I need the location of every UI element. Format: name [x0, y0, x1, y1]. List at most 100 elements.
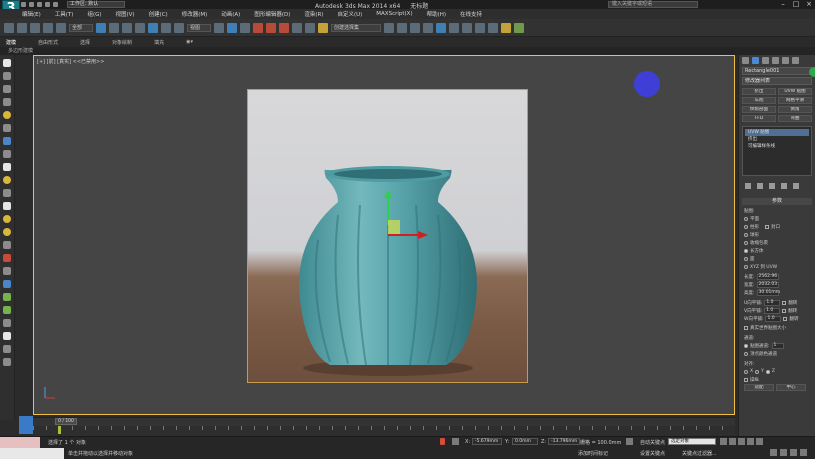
align-z-radio[interactable]: [765, 369, 770, 374]
key-mode-icon[interactable]: [626, 438, 633, 445]
width-spinner[interactable]: 2032.03: [756, 281, 779, 288]
render-production-icon[interactable]: [514, 22, 524, 33]
pencil-icon[interactable]: [318, 22, 328, 33]
scene-explorer-icon[interactable]: [3, 59, 11, 67]
play-icon[interactable]: [738, 438, 745, 445]
x-coordinate-field[interactable]: -5.679mm: [472, 438, 502, 445]
length-spinner[interactable]: 2562.96: [756, 273, 779, 280]
menu-online-support[interactable]: 在线支持: [460, 10, 482, 18]
selection-filter-dropdown[interactable]: 全部: [69, 23, 93, 32]
menu-customize[interactable]: 自定义(U): [337, 10, 362, 18]
menu-rendering[interactable]: 渲染(R): [304, 10, 323, 18]
height-spinner[interactable]: 30.01mm: [756, 289, 780, 296]
align-x-radio[interactable]: [744, 369, 748, 374]
ribbon-tab-freeform[interactable]: 自由形式: [38, 39, 58, 46]
object-name-field[interactable]: Rectangle001: [742, 67, 812, 75]
menu-modifiers[interactable]: 修改器(M): [182, 10, 208, 18]
display-tab-icon[interactable]: [782, 56, 789, 64]
layer-manager-icon[interactable]: [410, 22, 420, 33]
go-to-start-icon[interactable]: [720, 438, 727, 445]
teapot-icon[interactable]: [3, 176, 11, 184]
select-and-scale-icon[interactable]: [174, 22, 184, 33]
globe-icon[interactable]: [3, 280, 11, 288]
configure-sets-icon[interactable]: [793, 183, 799, 189]
align-icon[interactable]: [397, 22, 407, 33]
search-input[interactable]: 键入关键字或短语: [608, 1, 698, 8]
mapping-cylindrical-radio[interactable]: 柱形 封口: [744, 223, 810, 230]
maxscript-listener-top[interactable]: [0, 437, 40, 448]
select-by-name-icon[interactable]: [109, 22, 119, 33]
workspace-select[interactable]: 工作区: 默认: [67, 1, 125, 8]
link-icon[interactable]: [30, 22, 40, 33]
zoom-icon[interactable]: [770, 449, 777, 456]
z-coordinate-field[interactable]: -13.796mm: [548, 438, 580, 445]
minimize-icon[interactable]: –: [779, 1, 787, 8]
create-tab-icon[interactable]: [742, 56, 749, 64]
window-crossing-icon[interactable]: [135, 22, 145, 33]
center-button[interactable]: 中心: [776, 384, 806, 391]
camera-icon[interactable]: [3, 124, 11, 132]
mapping-box-radio[interactable]: 长方体: [744, 247, 810, 254]
spinner-snap-icon[interactable]: [292, 22, 302, 33]
ribbon-tab-populate[interactable]: 填充: [154, 39, 164, 46]
vertex-color-channel-radio[interactable]: 顶点颜色通道: [744, 350, 810, 357]
remove-modifier-icon[interactable]: [781, 183, 787, 189]
modifier-bevel-profile-button[interactable]: 倒角剖面: [742, 106, 776, 113]
next-frame-icon[interactable]: [747, 438, 754, 445]
modifier-extrude-button[interactable]: 挤出: [742, 88, 776, 95]
open-file-icon[interactable]: [29, 2, 34, 7]
select-and-move-icon[interactable]: [148, 22, 158, 33]
sphere-icon[interactable]: [3, 137, 11, 145]
viewport-label[interactable]: [+] [前] [真实] <<已禁用>>: [37, 58, 104, 65]
align-y-radio[interactable]: [755, 369, 760, 374]
selection-set-dropdown[interactable]: 选定对象: [668, 438, 716, 445]
maximize-icon[interactable]: □: [792, 1, 800, 8]
absolute-mode-icon[interactable]: [452, 438, 459, 445]
mapping-xyz-radio[interactable]: XYZ 到 UVW: [744, 263, 810, 270]
modifier-meshsmooth-button[interactable]: 网格平滑: [778, 97, 812, 104]
manipulate-checkbox[interactable]: 操纵: [744, 376, 810, 383]
stack-item-extrude[interactable]: 挤出: [745, 136, 809, 143]
set-key-label[interactable]: 设置关键点: [640, 450, 665, 457]
close-icon[interactable]: ×: [805, 1, 813, 8]
menu-group[interactable]: 组(G): [87, 10, 101, 18]
viewport-front[interactable]: [+] [前] [真实] <<已禁用>>: [33, 55, 735, 415]
u-flip-checkbox[interactable]: [782, 300, 787, 305]
undo-toolbar-icon[interactable]: [4, 22, 14, 33]
object-color-swatch[interactable]: [809, 67, 815, 77]
spring-icon[interactable]: [3, 241, 11, 249]
menu-edit[interactable]: 编辑(E): [22, 10, 41, 18]
hierarchy-icon[interactable]: [3, 345, 11, 353]
rendered-frame-icon[interactable]: [488, 22, 498, 33]
redo-toolbar-icon[interactable]: [17, 22, 27, 33]
map-channel-spinner[interactable]: 1: [771, 342, 784, 349]
mirror-icon[interactable]: [384, 22, 394, 33]
parameters-rollout[interactable]: 参数: [742, 198, 812, 205]
stack-item-uvw-map[interactable]: UVW 贴图: [745, 129, 809, 136]
modify-tab-icon[interactable]: [752, 56, 759, 64]
motion-tab-icon[interactable]: [772, 56, 779, 64]
figure-icon[interactable]: [3, 319, 11, 327]
modifier-lathe-button[interactable]: 车削: [742, 97, 776, 104]
modifier-ffd-button[interactable]: FFD: [742, 115, 776, 122]
container-icon[interactable]: [3, 85, 11, 93]
select-object-icon[interactable]: [96, 22, 106, 33]
orbit-icon[interactable]: [790, 449, 797, 456]
cap-checkbox[interactable]: [765, 224, 769, 229]
menu-tools[interactable]: 工具(T): [55, 10, 74, 18]
viewport-layout-button[interactable]: [19, 416, 33, 434]
select-manipulate-icon[interactable]: [227, 22, 237, 33]
bone-icon[interactable]: [3, 267, 11, 275]
plant-icon[interactable]: [3, 293, 11, 301]
select-and-rotate-icon[interactable]: [161, 22, 171, 33]
stack-item-editable-spline[interactable]: 可编辑样条线: [745, 143, 809, 150]
ribbon-tab-selection[interactable]: 选择: [80, 39, 90, 46]
mapping-face-radio[interactable]: 面: [744, 255, 810, 262]
edit-named-selection-icon[interactable]: [305, 22, 315, 33]
modifier-bevel-button[interactable]: 倒角: [778, 106, 812, 113]
maxscript-listener-bottom[interactable]: [0, 448, 64, 459]
show-end-result-icon[interactable]: [757, 183, 763, 189]
cylinder-icon[interactable]: [3, 189, 11, 197]
mapping-planar-radio[interactable]: 平面: [744, 215, 810, 222]
torus-icon[interactable]: [3, 228, 11, 236]
